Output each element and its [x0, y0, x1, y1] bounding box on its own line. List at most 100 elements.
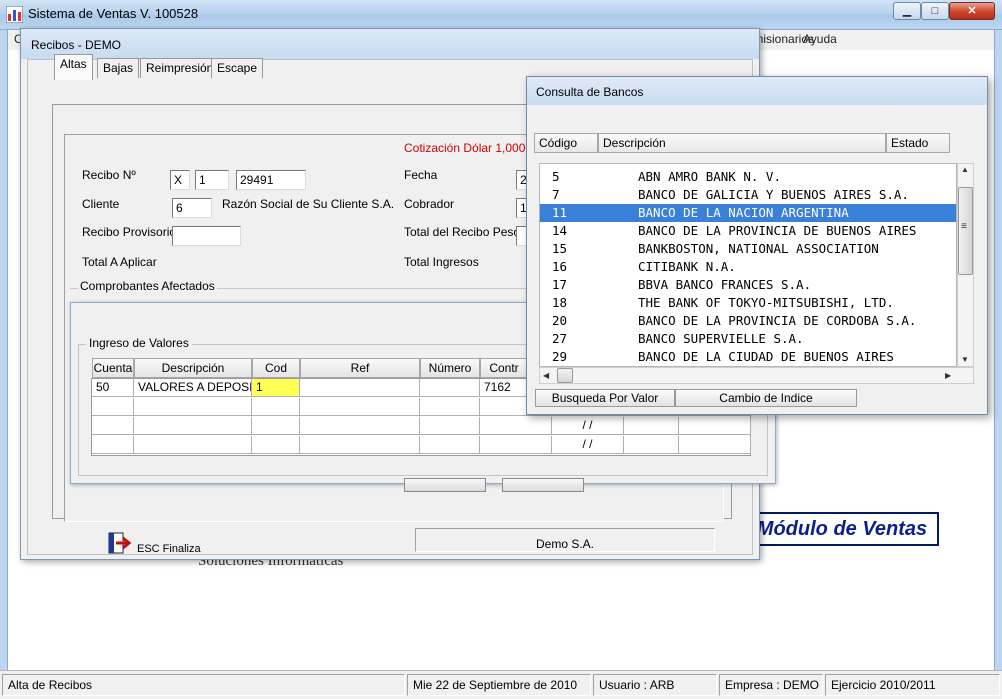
recibo-tipo-field[interactable]: X [170, 170, 190, 190]
comprobantes-title: Comprobantes Afectados [78, 279, 217, 293]
cell-descripcion[interactable]: VALORES A DEPOSITAR [134, 379, 252, 397]
tab-altas[interactable]: Altas [54, 54, 93, 80]
cell-ref[interactable] [300, 379, 420, 397]
banco-codigo: 15 [552, 241, 568, 256]
col-header-cuenta[interactable]: Cuenta [92, 358, 134, 378]
busqueda-por-valor-button[interactable]: Busqueda Por Valor [535, 389, 675, 407]
list-item[interactable]: 20 BANCO DE LA PROVINCIA DE CORDOBA S.A. [540, 312, 956, 330]
banco-descripcion: BBVA BANCO FRANCES S.A. [638, 277, 812, 292]
cancel-button[interactable] [502, 478, 584, 492]
horizontal-scrollbar[interactable] [539, 367, 974, 384]
cell-cod[interactable] [252, 398, 300, 416]
cell-extra-a[interactable] [624, 436, 679, 454]
list-item[interactable]: 5 ABN AMRO BANK N. V. [540, 168, 956, 186]
recibo-provisorio-field[interactable] [172, 226, 241, 246]
list-item[interactable]: 15 BANKBOSTON, NATIONAL ASSOCIATION [540, 240, 956, 258]
cell-cuenta[interactable] [92, 417, 134, 435]
footer-company: Demo S.A. [415, 528, 715, 552]
status-usuario: Usuario : ARB [593, 674, 717, 696]
cell-descripcion[interactable] [134, 436, 252, 454]
cell-ref[interactable] [300, 417, 420, 435]
cotizacion-dolar: Cotización Dólar 1,0000 [404, 141, 533, 155]
recibo-sucursal-field[interactable]: 1 [195, 170, 229, 190]
list-item[interactable]: 29 BANCO DE LA CIUDAD DE BUENOS AIRES [540, 348, 956, 366]
cell-ref[interactable] [300, 436, 420, 454]
accept-button[interactable] [404, 478, 486, 492]
maximize-button[interactable]: □ [921, 2, 949, 20]
cell-cod[interactable] [252, 417, 300, 435]
cambio-de-indice-button[interactable]: Cambio de Indice [675, 389, 857, 407]
banco-codigo: 11 [552, 205, 568, 220]
banco-descripcion: ABN AMRO BANK N. V. [638, 169, 781, 184]
col-header-descripcion[interactable]: Descripción [598, 133, 886, 153]
status-screen: Alta de Recibos [2, 674, 405, 696]
list-item[interactable]: 7 BANCO DE GALICIA Y BUENOS AIRES S.A. [540, 186, 956, 204]
app-chart-icon [5, 5, 24, 24]
exit-arrow-icon[interactable] [108, 532, 132, 554]
recibo-label: Recibo Nº [82, 168, 136, 182]
scroll-left-icon[interactable]: ◀ [543, 371, 549, 380]
scroll-up-icon[interactable]: ▲ [961, 165, 969, 174]
cell-cuenta[interactable] [92, 398, 134, 416]
cell-cod-active[interactable]: 1 [252, 379, 300, 397]
cell-numero[interactable] [420, 436, 480, 454]
cell-cod[interactable] [252, 436, 300, 454]
cell-cuenta[interactable] [92, 436, 134, 454]
bancos-list[interactable]: 5 ABN AMRO BANK N. V. 7 BANCO DE GALICIA Y… [539, 163, 957, 367]
banco-descripcion: THE BANK OF TOKYO-MITSUBISHI, LTD. [638, 295, 894, 310]
list-item-selected[interactable]: 11 BANCO DE LA NACION ARGENTINA [540, 204, 956, 222]
cell-contr[interactable] [480, 417, 552, 435]
menu-item-ayuda[interactable]: Ayuda [803, 32, 837, 46]
cell-extra-b[interactable] [679, 436, 751, 454]
window-frame-right [994, 30, 1002, 670]
banco-codigo: 5 [552, 169, 560, 184]
cell-descripcion[interactable] [134, 398, 252, 416]
scroll-grip-icon: ≡ [961, 221, 967, 232]
banco-descripcion: CITIBANK N.A. [638, 259, 736, 274]
fecha-label: Fecha [404, 168, 438, 182]
banco-codigo: 18 [552, 295, 568, 310]
banco-codigo: 16 [552, 259, 568, 274]
tab-escape[interactable]: Escape [211, 58, 264, 78]
banco-descripcion: BANCO DE LA PROVINCIA DE BUENOS AIRES [638, 223, 917, 238]
scroll-right-icon[interactable]: ▶ [945, 371, 951, 380]
tab-reimpresion[interactable]: Reimpresión [140, 58, 220, 78]
col-header-contr[interactable]: Contr [480, 358, 528, 378]
list-item[interactable]: 16 CITIBANK N.A. [540, 258, 956, 276]
cell-numero[interactable] [420, 398, 480, 416]
cell-extra-a[interactable] [624, 417, 679, 435]
main-window-title: Sistema de Ventas V. 100528 [28, 6, 199, 21]
status-fecha: Mie 22 de Septiembre de 2010 [407, 674, 591, 696]
banco-codigo: 14 [552, 223, 568, 238]
esc-finaliza-label: ESC Finaliza [137, 543, 201, 555]
list-item[interactable]: 14 BANCO DE LA PROVINCIA DE BUENOS AIRES [540, 222, 956, 240]
cliente-codigo-field[interactable]: 6 [172, 198, 212, 218]
col-header-estado[interactable]: Estado [886, 133, 950, 153]
list-item[interactable]: 17 BBVA BANCO FRANCES S.A. [540, 276, 956, 294]
window-frame-left [0, 30, 8, 670]
close-button[interactable]: ✕ [949, 2, 995, 20]
col-header-numero[interactable]: Número [420, 358, 480, 378]
cell-fecha[interactable]: / / [552, 436, 624, 454]
col-header-ref[interactable]: Ref [300, 358, 420, 378]
scroll-down-icon[interactable]: ▼ [961, 355, 969, 364]
ingreso-valores-title: Ingreso de Valores [86, 336, 192, 350]
minimize-button[interactable]: ▁ [893, 2, 921, 20]
cell-descripcion[interactable] [134, 417, 252, 435]
cell-contr[interactable] [480, 436, 552, 454]
col-header-codigo[interactable]: Código [534, 133, 598, 153]
cell-cuenta[interactable]: 50 [92, 379, 134, 397]
list-item[interactable]: 18 THE BANK OF TOKYO-MITSUBISHI, LTD. [540, 294, 956, 312]
tab-bajas[interactable]: Bajas [97, 58, 140, 78]
list-item[interactable]: 27 BANCO SUPERVIELLE S.A. [540, 330, 956, 348]
col-header-descripcion[interactable]: Descripción [134, 358, 252, 378]
cell-ref[interactable] [300, 398, 420, 416]
horizontal-scroll-thumb[interactable] [557, 368, 573, 383]
cell-extra-b[interactable] [679, 417, 751, 435]
cell-numero[interactable] [420, 417, 480, 435]
banco-codigo: 17 [552, 277, 568, 292]
recibo-numero-field[interactable]: 29491 [236, 170, 306, 190]
col-header-cod[interactable]: Cod [252, 358, 300, 378]
cell-fecha[interactable]: / / [552, 417, 624, 435]
cell-numero[interactable] [420, 379, 480, 397]
